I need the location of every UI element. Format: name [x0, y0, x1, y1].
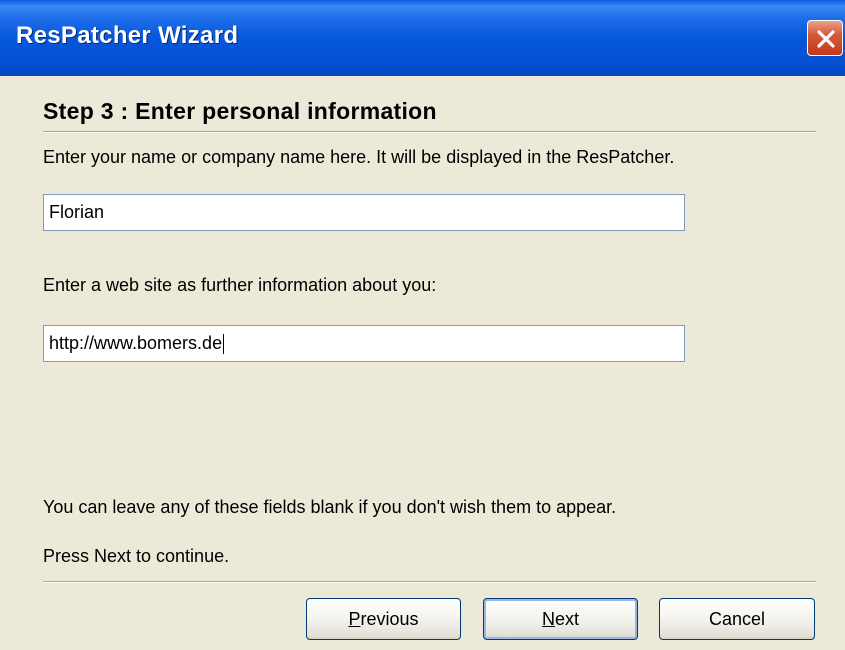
website-field-value: http://www.bomers.de — [49, 333, 223, 353]
next-button[interactable]: Next — [483, 598, 638, 640]
previous-label-rest: revious — [360, 609, 419, 629]
header-divider — [43, 131, 816, 133]
next-label-rest: ext — [554, 609, 579, 629]
name-prompt: Enter your name or company name here. It… — [43, 147, 675, 167]
previous-button[interactable]: Previous — [306, 598, 461, 640]
close-icon — [817, 30, 835, 48]
text-caret — [223, 334, 225, 355]
previous-mnemonic: P — [348, 609, 361, 629]
footer-divider — [43, 581, 816, 583]
cancel-button[interactable]: Cancel — [659, 598, 815, 640]
close-button[interactable] — [807, 20, 843, 56]
step-title: Step 3 : Enter personal information — [43, 98, 437, 124]
title-bar[interactable]: ResPatcher Wizard — [0, 0, 845, 76]
website-field[interactable]: http://www.bomers.de — [43, 325, 685, 362]
website-prompt: Enter a web site as further information … — [43, 275, 437, 295]
hint-blank-fields: You can leave any of these fields blank … — [43, 497, 617, 517]
name-field-value: Florian — [49, 202, 105, 222]
next-mnemonic: N — [541, 609, 555, 629]
window-title: ResPatcher Wizard — [16, 22, 239, 49]
wizard-window: ResPatcher Wizard Step 3 : Enter persona… — [0, 0, 845, 650]
hint-press-next: Press Next to continue. — [43, 546, 230, 566]
name-field[interactable]: Florian — [43, 194, 685, 231]
